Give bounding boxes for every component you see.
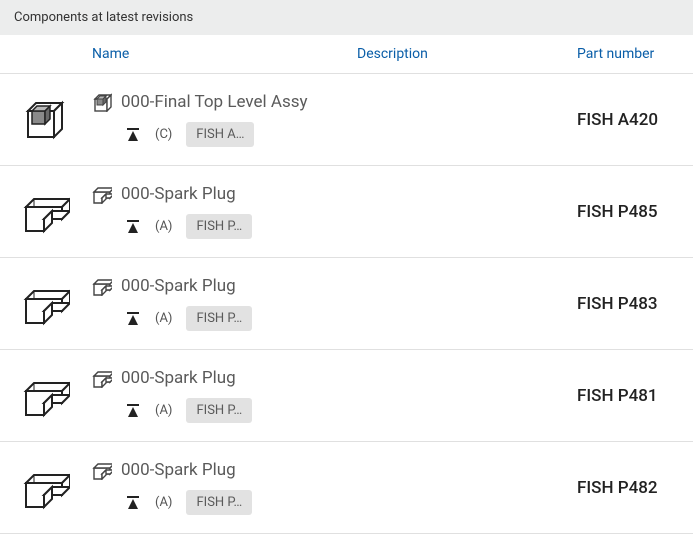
part-number: FISH P483 (577, 294, 693, 314)
part-number-chip[interactable]: FISH P… (186, 490, 252, 515)
section-header: Components at latest revisions (0, 0, 693, 35)
row-thumbnail (0, 189, 92, 235)
table-row[interactable]: 000-Spark Plug (A) FISH P… FISH P481 (0, 350, 693, 442)
release-status-icon (125, 311, 141, 327)
row-meta-line: (A) FISH P… (92, 214, 357, 239)
part-thumbnail-icon (22, 281, 70, 327)
row-title-line: 000-Spark Plug (92, 460, 357, 480)
rows-container: 000-Final Top Level Assy (C) FISH A… FIS… (0, 74, 693, 534)
part-number: FISH P482 (577, 478, 693, 498)
revision-label: (A) (155, 403, 172, 418)
row-main: 000-Spark Plug (A) FISH P… (92, 184, 357, 239)
revision-label: (A) (155, 311, 172, 326)
column-header-name[interactable]: Name (92, 46, 357, 62)
row-title-line: 000-Spark Plug (92, 368, 357, 388)
column-header-part-number[interactable]: Part number (577, 46, 693, 62)
component-name[interactable]: 000-Spark Plug (121, 276, 236, 296)
release-status-icon (125, 127, 141, 143)
part-number-chip[interactable]: FISH A… (186, 122, 254, 147)
part-number-chip[interactable]: FISH P… (186, 306, 252, 331)
row-main: 000-Spark Plug (A) FISH P… (92, 276, 357, 331)
part-thumbnail-icon (22, 465, 70, 511)
row-meta-line: (A) FISH P… (92, 398, 357, 423)
component-name[interactable]: 000-Spark Plug (121, 460, 236, 480)
part-number: FISH A420 (577, 110, 693, 130)
revision-label: (C) (155, 127, 172, 142)
assembly-thumbnail-icon (22, 97, 70, 143)
column-header-description[interactable]: Description (357, 46, 577, 62)
row-main: 000-Spark Plug (A) FISH P… (92, 460, 357, 515)
column-headers: Name Description Part number (0, 35, 693, 74)
row-title-line: 000-Final Top Level Assy (92, 92, 357, 112)
part-icon (92, 460, 112, 480)
component-name[interactable]: 000-Spark Plug (121, 368, 236, 388)
part-thumbnail-icon (22, 189, 70, 235)
row-meta-line: (C) FISH A… (92, 122, 357, 147)
table-row[interactable]: 000-Spark Plug (A) FISH P… FISH P485 (0, 166, 693, 258)
release-status-icon (125, 495, 141, 511)
part-number: FISH P481 (577, 386, 693, 406)
release-status-icon (125, 219, 141, 235)
row-thumbnail (0, 465, 92, 511)
part-thumbnail-icon (22, 373, 70, 419)
revision-label: (A) (155, 219, 172, 234)
part-number-chip[interactable]: FISH P… (186, 214, 252, 239)
section-title: Components at latest revisions (14, 10, 193, 25)
release-status-icon (125, 403, 141, 419)
part-number-chip[interactable]: FISH P… (186, 398, 252, 423)
row-thumbnail (0, 97, 92, 143)
row-title-line: 000-Spark Plug (92, 276, 357, 296)
assembly-icon (92, 92, 112, 112)
component-name[interactable]: 000-Final Top Level Assy (121, 92, 308, 112)
table-row[interactable]: 000-Spark Plug (A) FISH P… FISH P482 (0, 442, 693, 534)
table-row[interactable]: 000-Spark Plug (A) FISH P… FISH P483 (0, 258, 693, 350)
col-spacer (0, 46, 92, 62)
row-main: 000-Spark Plug (A) FISH P… (92, 368, 357, 423)
row-main: 000-Final Top Level Assy (C) FISH A… (92, 92, 357, 147)
row-thumbnail (0, 373, 92, 419)
row-meta-line: (A) FISH P… (92, 306, 357, 331)
component-name[interactable]: 000-Spark Plug (121, 184, 236, 204)
part-icon (92, 184, 112, 204)
part-icon (92, 368, 112, 388)
row-thumbnail (0, 281, 92, 327)
row-meta-line: (A) FISH P… (92, 490, 357, 515)
part-number: FISH P485 (577, 202, 693, 222)
revision-label: (A) (155, 495, 172, 510)
row-title-line: 000-Spark Plug (92, 184, 357, 204)
table-row[interactable]: 000-Final Top Level Assy (C) FISH A… FIS… (0, 74, 693, 166)
part-icon (92, 276, 112, 296)
